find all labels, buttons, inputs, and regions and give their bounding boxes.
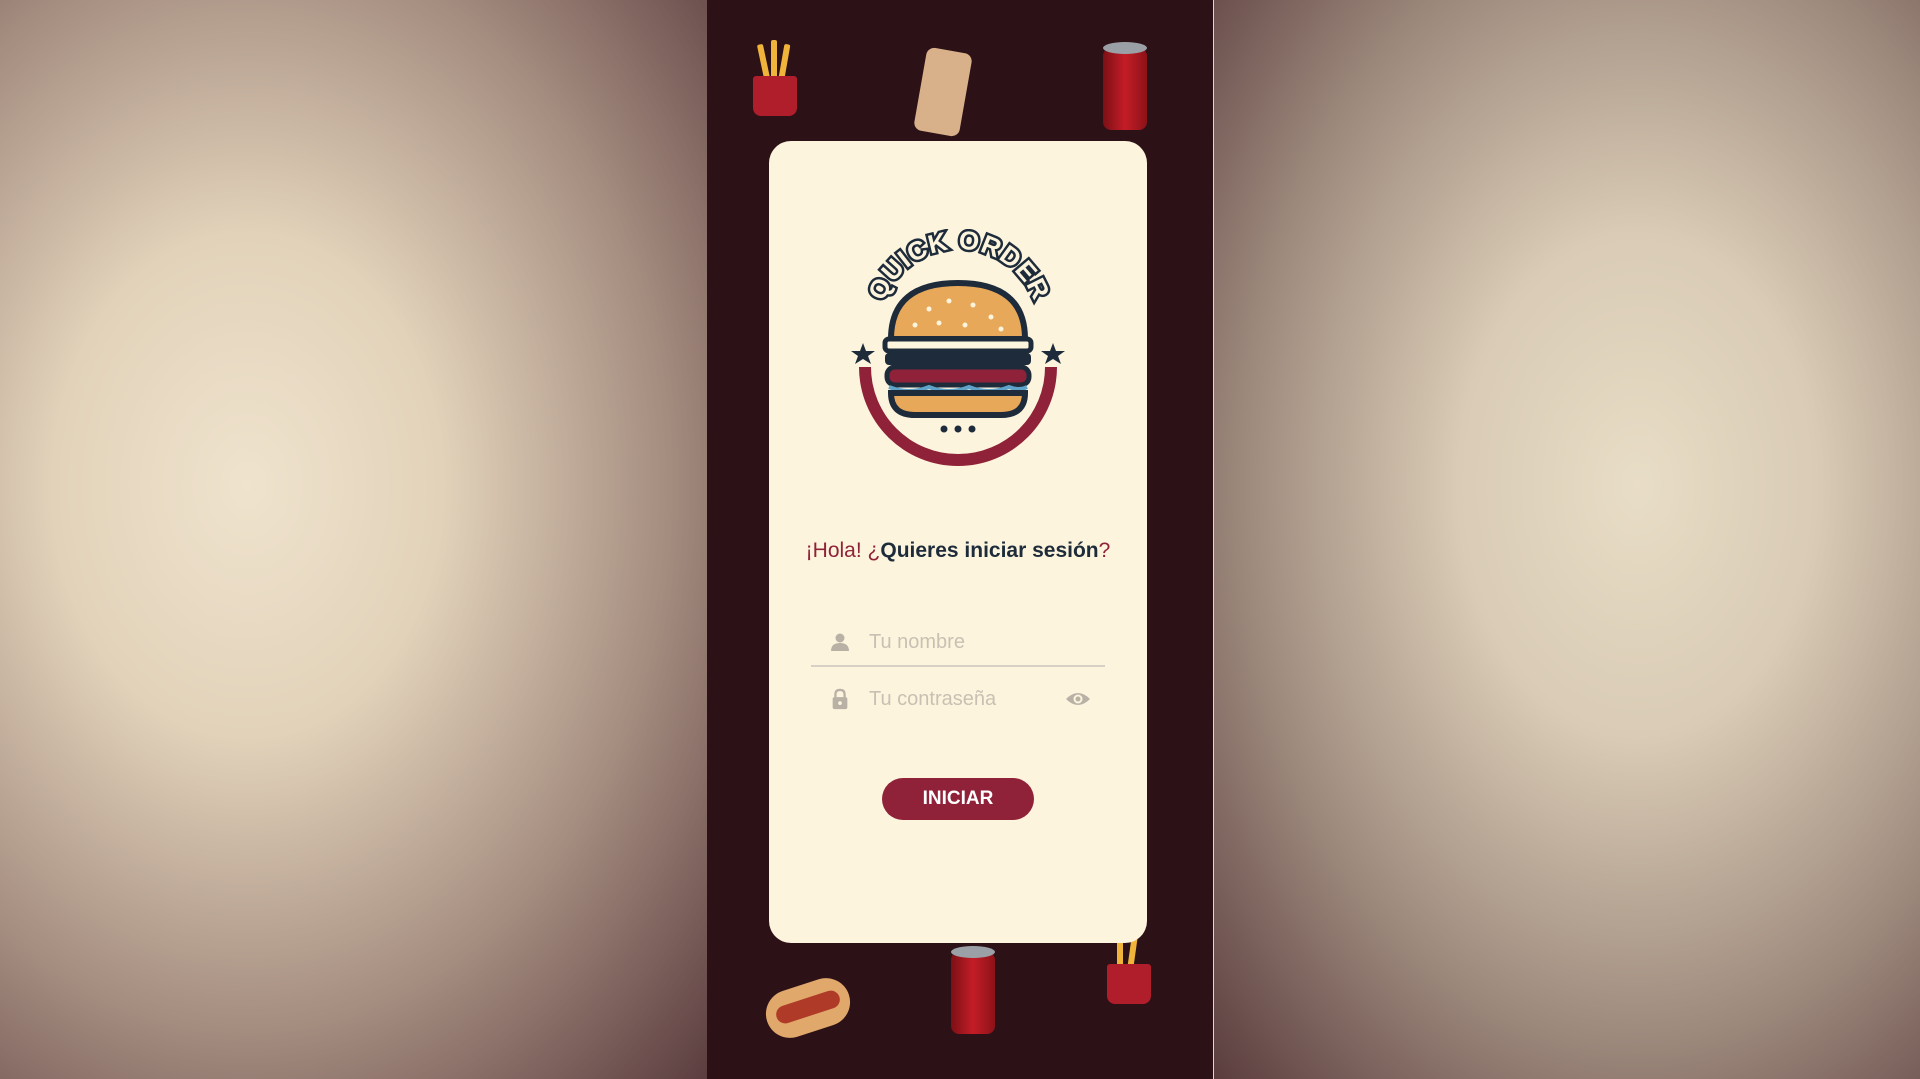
hotdog-decoration [759,971,857,1045]
blurred-background-right [1214,0,1920,1079]
greeting-hola: ¡Hola! [805,539,862,562]
greeting-open-question-mark: ¿ [867,539,881,562]
eye-icon[interactable] [1065,690,1091,708]
fries-decoration [753,40,797,116]
fries-decoration [1107,935,1151,1004]
password-input[interactable] [867,682,1061,716]
greeting-close-question-mark: ? [1098,539,1111,562]
name-field [811,619,1105,667]
app-screen: QUICK ORDER ¡Hola! ¿Quieres iniciar sesi… [707,0,1213,1079]
greeting-question: Quieres iniciar sesión [880,539,1099,562]
password-field [811,676,1105,722]
login-button[interactable]: INICIAR [882,778,1034,820]
quick-order-logo: QUICK ORDER [851,229,1065,466]
user-icon [831,633,849,651]
wrap-decoration [913,46,973,138]
greeting-heading: ¡Hola! ¿Quieres iniciar sesión? [769,539,1147,563]
name-input[interactable] [867,625,1061,659]
blurred-background-left [0,0,707,1079]
lock-icon [832,688,848,710]
login-card: QUICK ORDER ¡Hola! ¿Quieres iniciar sesi… [769,141,1147,943]
soda-can-decoration [951,946,995,1034]
soda-can-decoration [1103,42,1147,130]
